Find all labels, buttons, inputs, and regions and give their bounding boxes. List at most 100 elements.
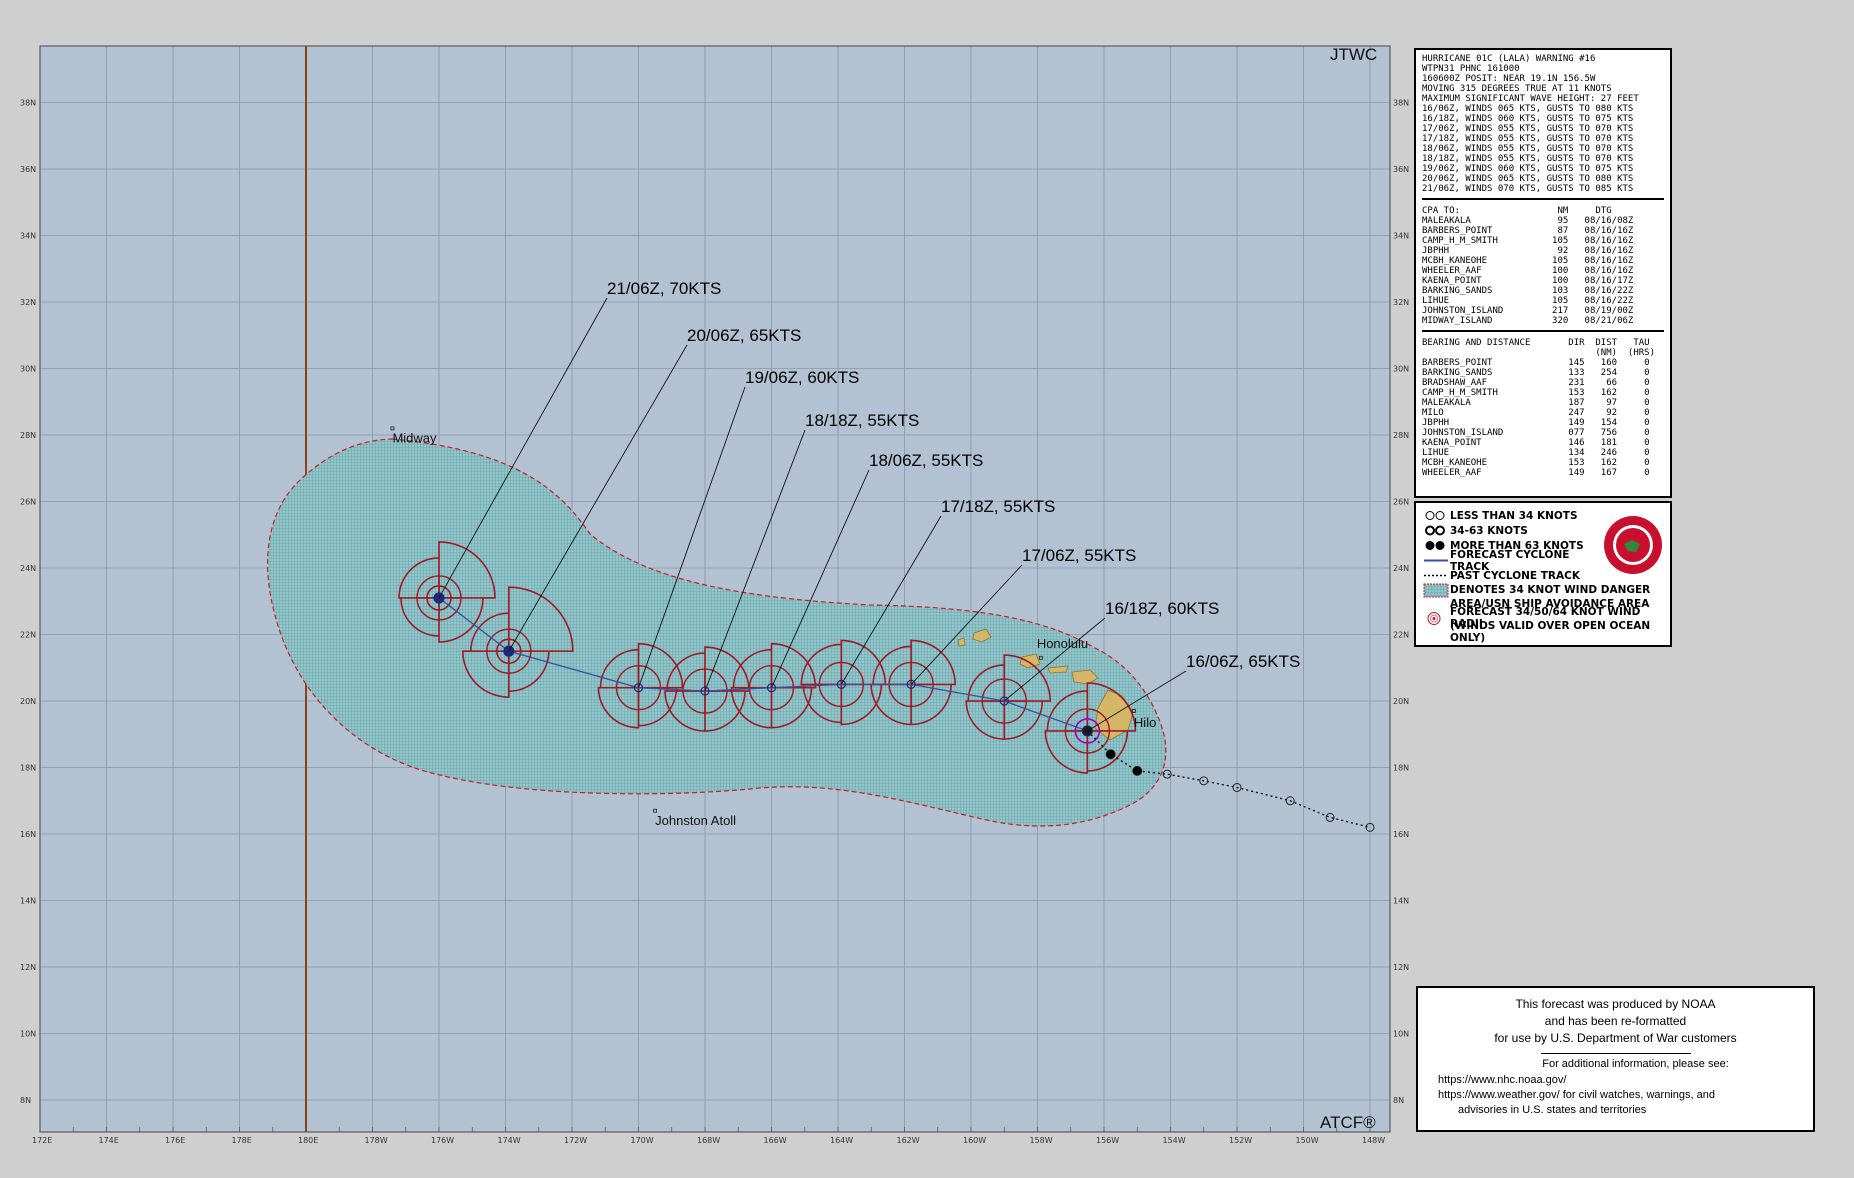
lon-label: 176W <box>431 1136 454 1145</box>
bearing-header: BEARING AND DISTANCE DIR DIST TAU <box>1422 338 1650 348</box>
lat-label-right: 16N <box>1393 830 1409 839</box>
forecast-label: 21/06Z, 70KTS <box>607 279 721 298</box>
lon-label: 152W <box>1229 1136 1252 1145</box>
bearing-row: MALEAKALA 187 97 0 <box>1422 398 1650 408</box>
cpa-header: CPA TO: NM DTG <box>1422 206 1612 216</box>
lat-label-left: 30N <box>20 365 36 374</box>
past-track-icon <box>1424 574 1448 577</box>
lon-label: 164W <box>830 1136 853 1145</box>
cpa-row: JBPHH 92 08/16/16Z <box>1422 246 1634 256</box>
lat-label-right: 12N <box>1393 963 1409 972</box>
cpa-row: BARKING_SANDS 103 08/16/22Z <box>1422 286 1634 296</box>
lat-label-left: 36N <box>20 165 36 174</box>
lat-label-right: 14N <box>1393 897 1409 906</box>
forecast-label: 19/06Z, 60KTS <box>745 368 859 387</box>
lat-label-left: 16N <box>20 830 36 839</box>
cpa-row: MALEAKALA 95 08/16/08Z <box>1422 216 1634 226</box>
notice-line-7: advisories in U.S. states and territorie… <box>1458 1104 1647 1116</box>
lat-label-left: 8N <box>20 1096 31 1105</box>
cpa-row: MCBH_KANEOHE 105 08/16/16Z <box>1422 256 1634 266</box>
lat-label-right: 26N <box>1393 498 1409 507</box>
legend-34-63: 34-63 KNOTS <box>1422 523 1602 538</box>
lat-label-right: 24N <box>1393 564 1409 573</box>
lon-label: 158W <box>1030 1136 1053 1145</box>
forecast-label: 16/18Z, 60KTS <box>1105 599 1219 618</box>
bearing-row: WHEELER_AAF 149 167 0 <box>1422 468 1650 478</box>
separator <box>1422 198 1664 200</box>
lon-label: 160W <box>963 1136 986 1145</box>
cpa-row: JOHNSTON_ISLAND 217 08/19/00Z <box>1422 306 1634 316</box>
bearing-row: LIHUE 134 246 0 <box>1422 448 1650 458</box>
cpa-row: LIHUE 105 08/16/22Z <box>1422 296 1634 306</box>
warning-line: WTPN31 PHNC 161000 <box>1422 64 1520 74</box>
bearing-row: JBPHH 149 154 0 <box>1422 418 1650 428</box>
lat-label-left: 14N <box>20 897 36 906</box>
lat-label-left: 38N <box>20 99 36 108</box>
separator <box>1422 330 1664 332</box>
cpa-table: MALEAKALA 95 08/16/08Z BARBERS_POINT 87 0… <box>1422 216 1664 326</box>
lon-label: 172E <box>32 1136 52 1145</box>
past-position-marker <box>1132 765 1143 776</box>
lon-label: 162W <box>897 1136 920 1145</box>
jtwc-seal-icon <box>1604 516 1662 574</box>
warning-line: 21/06Z, WINDS 070 KTS, GUSTS TO 085 KTS <box>1422 184 1634 194</box>
forecast-label: 16/06Z, 65KTS <box>1186 652 1300 671</box>
warning-line: 16/06Z, WINDS 065 KTS, GUSTS TO 080 KTS <box>1422 104 1634 114</box>
lat-label-left: 32N <box>20 298 36 307</box>
cpa-row: MIDWAY_ISLAND 320 08/21/06Z <box>1422 316 1634 326</box>
bearing-subheader: (NM) (HRS) <box>1422 348 1655 358</box>
cpa-row: KAENA_POINT 100 08/16/17Z <box>1422 276 1634 286</box>
lat-label-right: 38N <box>1393 99 1409 108</box>
lon-label: 168W <box>697 1136 720 1145</box>
lon-label: 154W <box>1163 1136 1186 1145</box>
agency-label: JTWC <box>1330 45 1377 64</box>
lon-label: 178E <box>232 1136 252 1145</box>
lat-label-right: 30N <box>1393 365 1409 374</box>
weather-gov-link[interactable]: https://www.weather.gov/ for civil watch… <box>1428 1088 1803 1103</box>
notice-divider <box>1540 1053 1691 1054</box>
lat-label-left: 12N <box>20 963 36 972</box>
warning-line: 19/06Z, WINDS 060 KTS, GUSTS TO 075 KTS <box>1422 164 1634 174</box>
wind-radii-icon <box>1427 611 1441 625</box>
place-label: Midway <box>392 430 437 445</box>
forecast-label: 17/06Z, 55KTS <box>1022 546 1136 565</box>
lat-label-left: 22N <box>20 631 36 640</box>
notice-line-4: For additional information, please see: <box>1542 1058 1729 1070</box>
tropical-storm-icon <box>1425 525 1445 536</box>
nhc-link[interactable]: https://www.nhc.noaa.gov/ <box>1428 1073 1803 1088</box>
warning-line: 16/18Z, WINDS 060 KTS, GUSTS TO 075 KTS <box>1422 114 1634 124</box>
notice-line-1: This forecast was produced by NOAA <box>1515 997 1716 1011</box>
lon-label: 178W <box>365 1136 388 1145</box>
cpa-row: WHEELER_AAF 100 08/16/16Z <box>1422 266 1634 276</box>
bearing-row: MCBH_KANEOHE 153 162 0 <box>1422 458 1650 468</box>
warning-line: 160600Z POSIT: NEAR 19.1N 156.5W <box>1422 74 1596 84</box>
bearing-row: BRADSHAW_AAF 231 66 0 <box>1422 378 1650 388</box>
forecast-label: 18/06Z, 55KTS <box>869 451 983 470</box>
bearing-row: JOHNSTON_ISLAND 077 756 0 <box>1422 428 1650 438</box>
lon-label: 156W <box>1096 1136 1119 1145</box>
bearing-row: KAENA_POINT 146 181 0 <box>1422 438 1650 448</box>
lat-label-left: 10N <box>20 1030 36 1039</box>
lon-label: 172W <box>564 1136 587 1145</box>
notice-line-2: and has been re-formatted <box>1544 1014 1687 1028</box>
lon-label: 180E <box>298 1136 318 1145</box>
hurricane-icon <box>1425 541 1445 550</box>
legend-panel: LESS THAN 34 KNOTS 34-63 KNOTS MORE THAN… <box>1414 501 1672 647</box>
lon-label: 150W <box>1296 1136 1319 1145</box>
warning-line: MAXIMUM SIGNIFICANT WAVE HEIGHT: 27 FEET <box>1422 94 1639 104</box>
cpa-row: CAMP_H_M_SMITH 105 08/16/16Z <box>1422 236 1634 246</box>
lon-label: 174E <box>99 1136 119 1145</box>
forecast-label: 17/18Z, 55KTS <box>941 497 1055 516</box>
place-label: Honolulu <box>1037 636 1088 651</box>
lon-label: 148W <box>1362 1136 1385 1145</box>
warning-info-panel: HURRICANE 01C (LALA) WARNING #16 WTPN31 P… <box>1414 48 1672 498</box>
legend-less-34: LESS THAN 34 KNOTS <box>1422 508 1602 523</box>
bearing-row: BARKING_SANDS 133 254 0 <box>1422 368 1650 378</box>
lat-label-right: 32N <box>1393 298 1409 307</box>
noaa-notice-panel: This forecast was produced by NOAA and h… <box>1416 986 1815 1132</box>
lon-label: 174W <box>498 1136 521 1145</box>
warning-header: HURRICANE 01C (LALA) WARNING #16 WTPN31 P… <box>1422 54 1664 194</box>
lat-label-left: 34N <box>20 232 36 241</box>
lat-label-left: 26N <box>20 498 36 507</box>
cpa-row: BARBERS_POINT 87 08/16/16Z <box>1422 226 1634 236</box>
